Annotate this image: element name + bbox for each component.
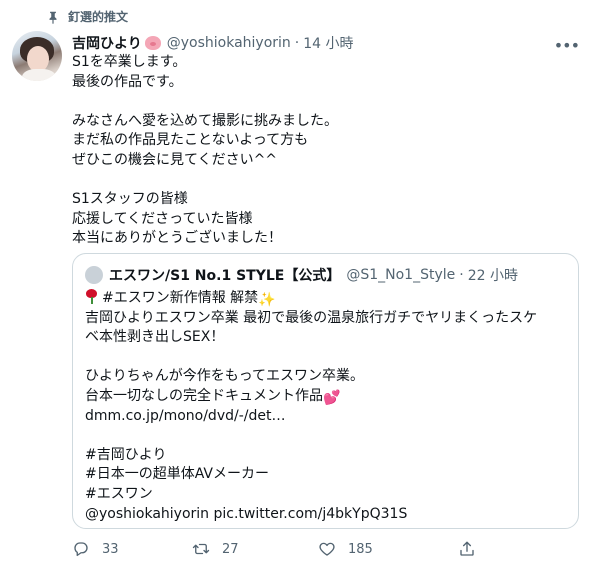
two-hearts-icon: 💕: [323, 389, 341, 406]
reply-button[interactable]: 33: [72, 540, 192, 558]
like-button[interactable]: 185: [318, 540, 458, 558]
tweet-line: みなさんへ愛を込めて撮影に挑みました。: [72, 112, 338, 129]
tweet-line: [72, 171, 572, 191]
quoted-tweet-text: #エスワン新作情報 解禁✨ 吉岡ひよりエスワン卒業 最初で最後の温泉旅行ガチでヤ…: [85, 289, 570, 524]
tweet-line: ぜひこの機会に見てください^^: [72, 151, 278, 168]
quoted-tweet[interactable]: エスワン/S1 No.1 STYLE【公式】 @S1_No1_Style · 2…: [72, 253, 579, 529]
heart-icon: [319, 542, 335, 556]
mention-and-pic-link[interactable]: @yoshiokahiyorin pic.twitter.com/j4bkYpQ…: [85, 505, 570, 525]
separator-dot: ·: [459, 267, 464, 283]
quoted-line: 台本一切なしの完全ドキュメント作品💕: [85, 387, 570, 407]
tweet-line: S1スタッフの皆様: [72, 191, 188, 208]
display-name[interactable]: 吉岡ひより: [72, 33, 142, 53]
quoted-line: 吉岡ひよりエスワン卒業 最初で最後の温泉旅行ガチでヤリまくったスケ: [85, 309, 538, 326]
quoted-display-name: エスワン/S1 No.1 STYLE【公式】: [109, 268, 341, 284]
user-handle[interactable]: @yoshiokahiyorin: [167, 35, 291, 51]
quoted-line: ベ本性剥き出しSEX！: [85, 329, 225, 346]
separator-dot: ·: [294, 35, 300, 51]
retweet-button[interactable]: 27: [192, 540, 318, 558]
rose-icon: [85, 289, 98, 304]
tweet-actions: 33 27 185: [72, 540, 502, 558]
retweet-count: 27: [222, 541, 239, 557]
tweet-line: 本当にありがとうございました！: [72, 230, 282, 247]
sparkles-icon: ✨: [258, 292, 276, 308]
pinned-indicator: 釘選的推文: [46, 8, 128, 25]
tweet-line: S1を卒業します。: [72, 54, 187, 70]
retweet-icon: [192, 543, 210, 555]
tweet-line: 応援してくださっていた皆様: [72, 210, 253, 227]
tweet-line: まだ私の作品見たことないよって方も: [72, 132, 309, 149]
quoted-avatar: [85, 266, 103, 284]
like-count: 185: [348, 541, 373, 557]
quoted-line: [85, 348, 570, 368]
quoted-tweet-header: エスワン/S1 No.1 STYLE【公式】 @S1_No1_Style · 2…: [85, 265, 518, 285]
reply-count: 33: [102, 541, 119, 557]
tweet-line: [72, 92, 572, 112]
quoted-line: #エスワン新作情報 解禁✨: [85, 289, 570, 309]
quoted-line: [85, 426, 570, 446]
quoted-time: 22 小時: [467, 268, 518, 284]
hashtag[interactable]: #吉岡ひより: [85, 446, 570, 466]
share-button[interactable]: [458, 540, 488, 558]
quoted-line: ひよりちゃんが今作をもってエスワン卒業。: [85, 368, 365, 385]
hashtag[interactable]: #日本一の超単体AVメーカー: [85, 465, 570, 485]
tweet-line: 最後の作品です。: [72, 73, 183, 90]
quoted-handle: @S1_No1_Style: [346, 267, 456, 283]
quoted-link[interactable]: dmm.co.jp/mono/dvd/-/det…: [85, 407, 570, 427]
hashtag[interactable]: #エスワン: [85, 485, 570, 505]
pig-icon: [144, 36, 161, 50]
tweet-time[interactable]: 14 小時: [303, 33, 353, 53]
share-icon: [460, 541, 474, 556]
pin-icon: [49, 11, 57, 24]
quoted-doc-text: 台本一切なしの完全ドキュメント作品: [85, 387, 323, 404]
hashtag-announcement[interactable]: #エスワン新作情報 解禁: [102, 290, 258, 306]
tweet-text: S1を卒業します。 最後の作品です。 みなさんへ愛を込めて撮影に挑みました。 ま…: [72, 53, 572, 249]
reply-icon: [74, 542, 88, 557]
avatar[interactable]: [12, 31, 62, 81]
pinned-label: 釘選的推文: [68, 10, 129, 24]
tweet-header: 吉岡ひより @yoshiokahiyorin · 14 小時: [72, 33, 579, 53]
